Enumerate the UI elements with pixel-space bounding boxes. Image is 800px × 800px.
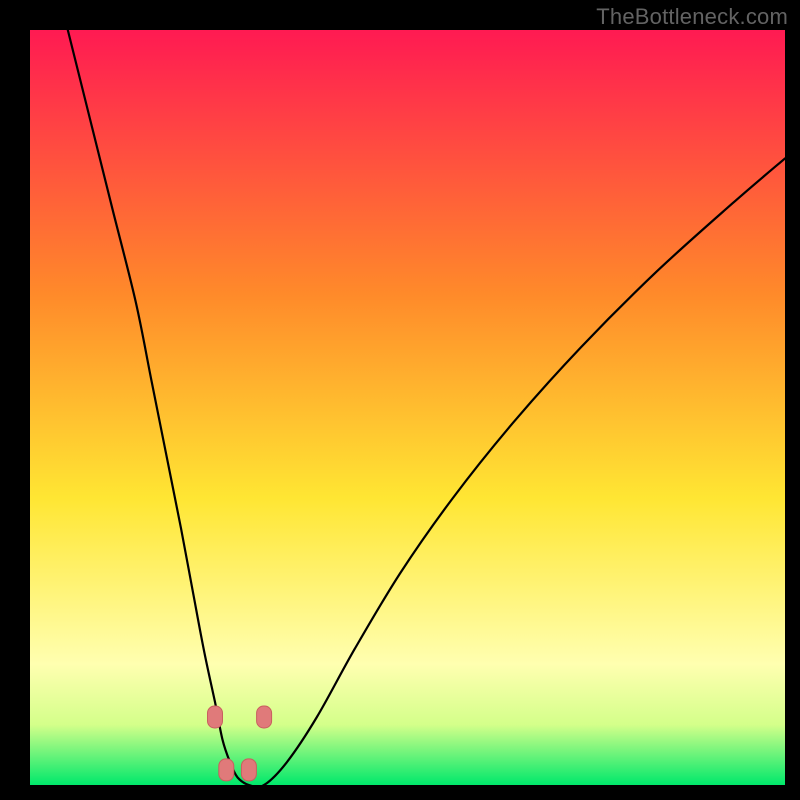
gradient-background [30,30,785,785]
curve-marker [257,706,272,728]
chart-frame: TheBottleneck.com [0,0,800,800]
curve-marker [241,759,256,781]
watermark-text: TheBottleneck.com [596,4,788,30]
bottleneck-chart [30,30,785,785]
plot-area [30,30,785,785]
curve-marker [219,759,234,781]
curve-marker [208,706,223,728]
